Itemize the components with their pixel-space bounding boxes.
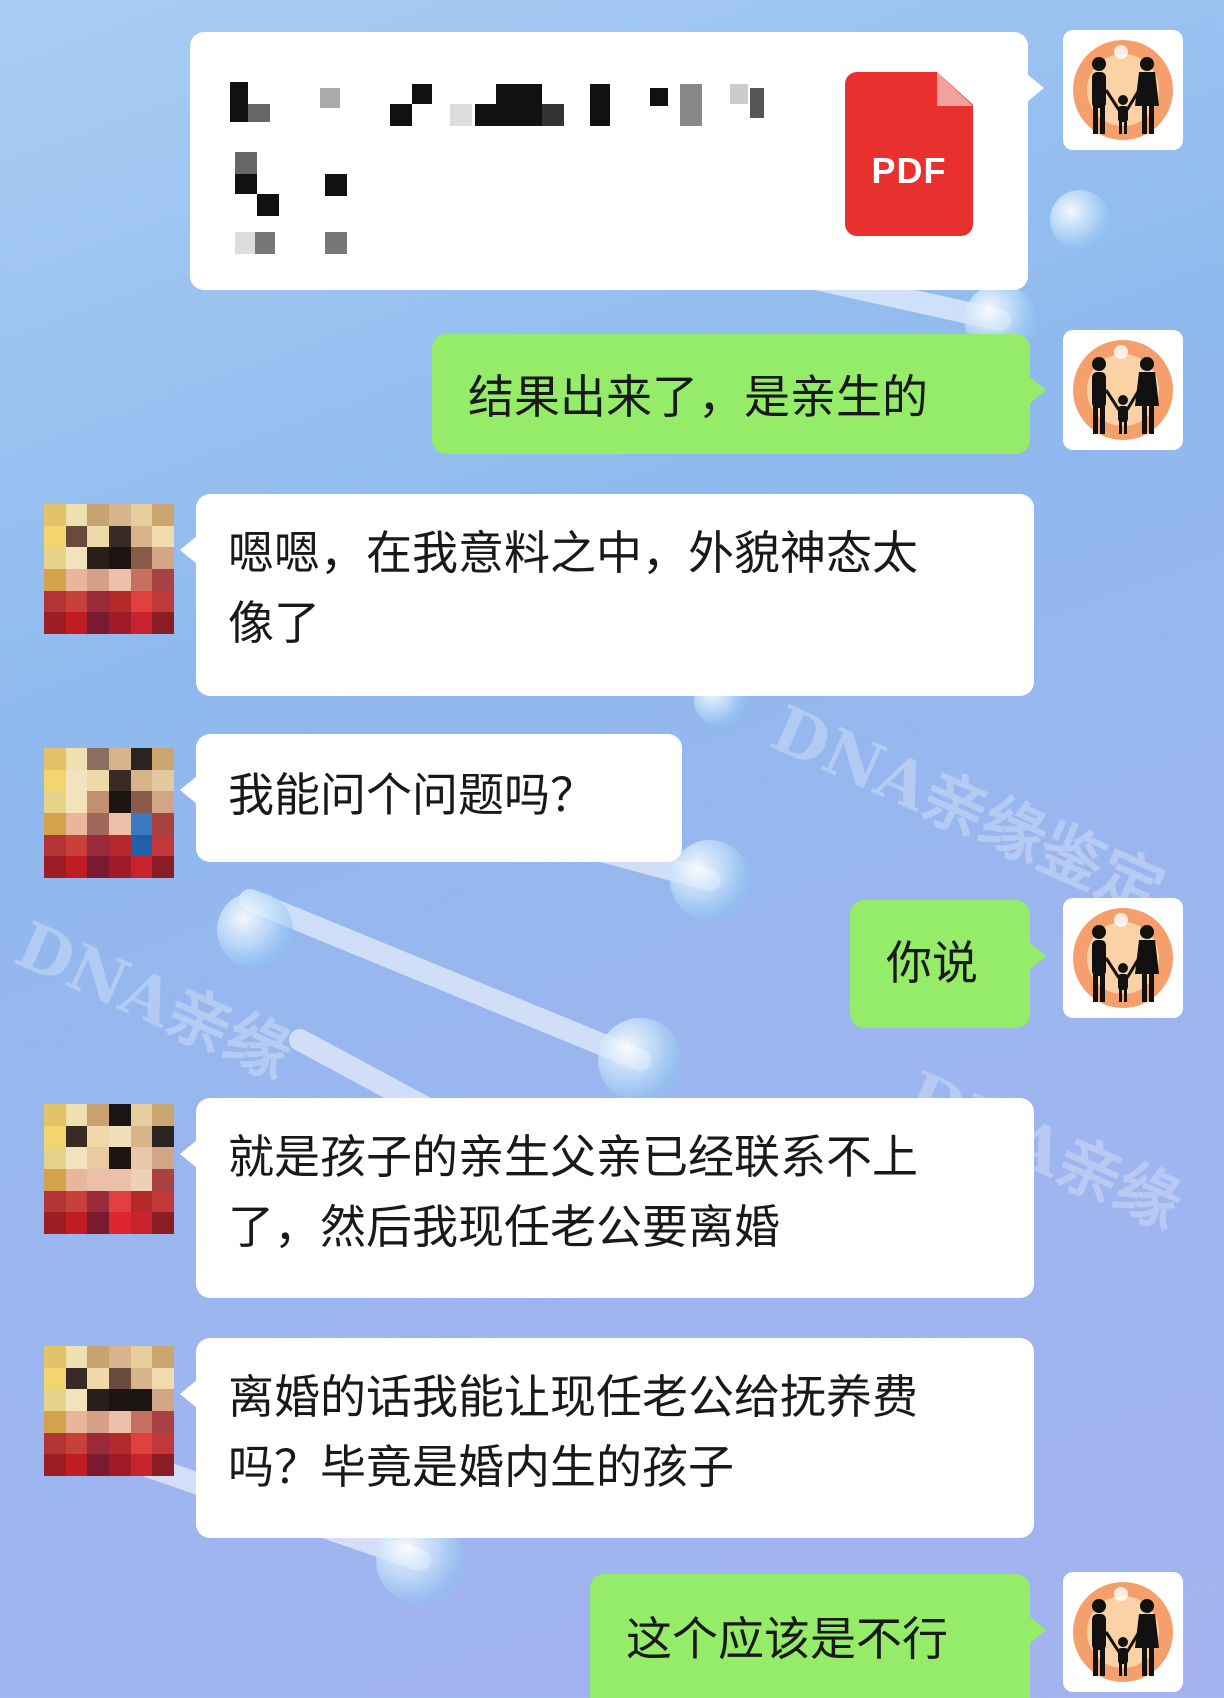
watermark: DNA亲缘鉴定 [760,691,1175,931]
message-text: 你说 [886,936,978,990]
message-bubble-contact[interactable]: 离婚的话我能让现任老公给抚养费吗？毕竟是婚内生的孩子 [180,1338,1034,1538]
message-bubble-contact[interactable]: 就是孩子的亲生父亲已经联系不上了，然后我现任老公要离婚 [180,1098,1034,1298]
contact-avatar[interactable] [44,504,174,634]
self-avatar[interactable] [1063,898,1183,1018]
self-avatar[interactable] [1063,330,1183,450]
message-bubble-self[interactable]: 结果出来了，是亲生的 [432,334,1046,454]
self-avatar[interactable] [1063,30,1183,150]
message-text: 嗯嗯，在我意料之中，外貌神态太像了 [228,526,918,650]
pixelated-avatar-icon [44,504,174,634]
contact-avatar[interactable] [44,748,174,878]
family-silhouette-icon [1073,908,1173,1008]
watermark: DNA亲缘 [5,907,303,1095]
pixelated-avatar-icon [44,1104,174,1234]
self-avatar[interactable] [1063,1572,1183,1692]
message-bubble-contact[interactable]: 嗯嗯，在我意料之中，外貌神态太像了 [180,494,1034,696]
message-text: 离婚的话我能让现任老公给抚养费吗？毕竟是婚内生的孩子 [228,1370,918,1494]
message-bubble-contact[interactable]: 我能问个问题吗？ [180,734,682,862]
file-message-bubble[interactable]: PDF [190,32,1044,290]
message-bubble-self[interactable]: 你说 [850,900,1046,1028]
family-silhouette-icon [1073,340,1173,440]
pixelated-avatar-icon [44,748,174,878]
contact-avatar[interactable] [44,1104,174,1234]
family-silhouette-icon [1073,40,1173,140]
message-bubble-self[interactable]: 这个应该是不行 [590,1574,1046,1698]
pdf-label: PDF [871,150,947,191]
message-text: 这个应该是不行 [626,1612,948,1666]
message-text: 我能问个问题吗？ [228,768,596,822]
pixelated-avatar-icon [44,1346,174,1476]
message-text: 结果出来了，是亲生的 [468,370,928,424]
contact-avatar[interactable] [44,1346,174,1476]
message-text: 就是孩子的亲生父亲已经联系不上了，然后我现任老公要离婚 [228,1130,918,1254]
family-silhouette-icon [1073,1582,1173,1682]
